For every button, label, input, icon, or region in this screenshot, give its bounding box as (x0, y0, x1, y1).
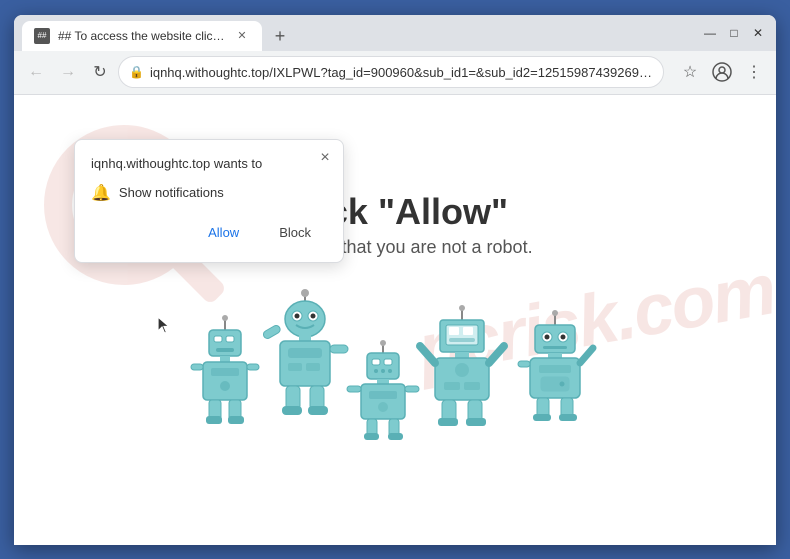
allow-button[interactable]: Allow (192, 219, 255, 246)
forward-button[interactable]: → (54, 58, 82, 86)
block-button[interactable]: Block (263, 219, 327, 246)
mouse-cursor (156, 315, 174, 343)
menu-button[interactable]: ⋮ (740, 58, 768, 86)
url-bar[interactable]: 🔒 iqnhq.withoughtc.top/IXLPWL?tag_id=900… (118, 56, 664, 88)
title-bar: ## ## To access the website click th... … (14, 15, 776, 51)
tab-close-button[interactable]: ✕ (234, 28, 250, 44)
back-button[interactable]: ← (22, 58, 50, 86)
address-bar: ← → ↻ 🔒 iqnhq.withoughtc.top/IXLPWL?tag_… (14, 51, 776, 95)
account-button[interactable] (708, 58, 736, 86)
browser-window: ## ## To access the website click th... … (14, 15, 776, 545)
notification-popup: × iqnhq.withoughtc.top wants to 🔔 Show n… (74, 139, 344, 263)
tab-favicon: ## (34, 28, 50, 44)
popup-buttons: Allow Block (91, 219, 327, 246)
popup-notification-row: 🔔 Show notifications (91, 183, 327, 203)
new-tab-button[interactable]: + (266, 23, 294, 51)
tab-bar: ## ## To access the website click th... … (22, 15, 700, 51)
url-text: iqnhq.withoughtc.top/IXLPWL?tag_id=90096… (150, 65, 653, 80)
refresh-button[interactable]: ↻ (86, 58, 114, 86)
window-controls: — □ ✕ (700, 23, 768, 43)
tab-title: ## To access the website click th... (58, 29, 226, 43)
show-notifications-label: Show notifications (119, 185, 224, 200)
page-content: pcrisk.com Click "Allow" to confirm that… (14, 95, 776, 545)
lock-icon: 🔒 (129, 65, 144, 79)
popup-title: iqnhq.withoughtc.top wants to (91, 156, 327, 171)
active-tab[interactable]: ## ## To access the website click th... … (22, 21, 262, 51)
minimize-button[interactable]: — (700, 23, 720, 43)
bell-icon: 🔔 (91, 183, 111, 203)
close-button[interactable]: ✕ (748, 23, 768, 43)
robots-svg (185, 288, 605, 448)
url-actions: ☆ ⋮ (676, 58, 768, 86)
robots-illustration (185, 288, 605, 448)
popup-close-button[interactable]: × (315, 148, 335, 168)
bookmark-button[interactable]: ☆ (676, 58, 704, 86)
maximize-button[interactable]: □ (724, 23, 744, 43)
